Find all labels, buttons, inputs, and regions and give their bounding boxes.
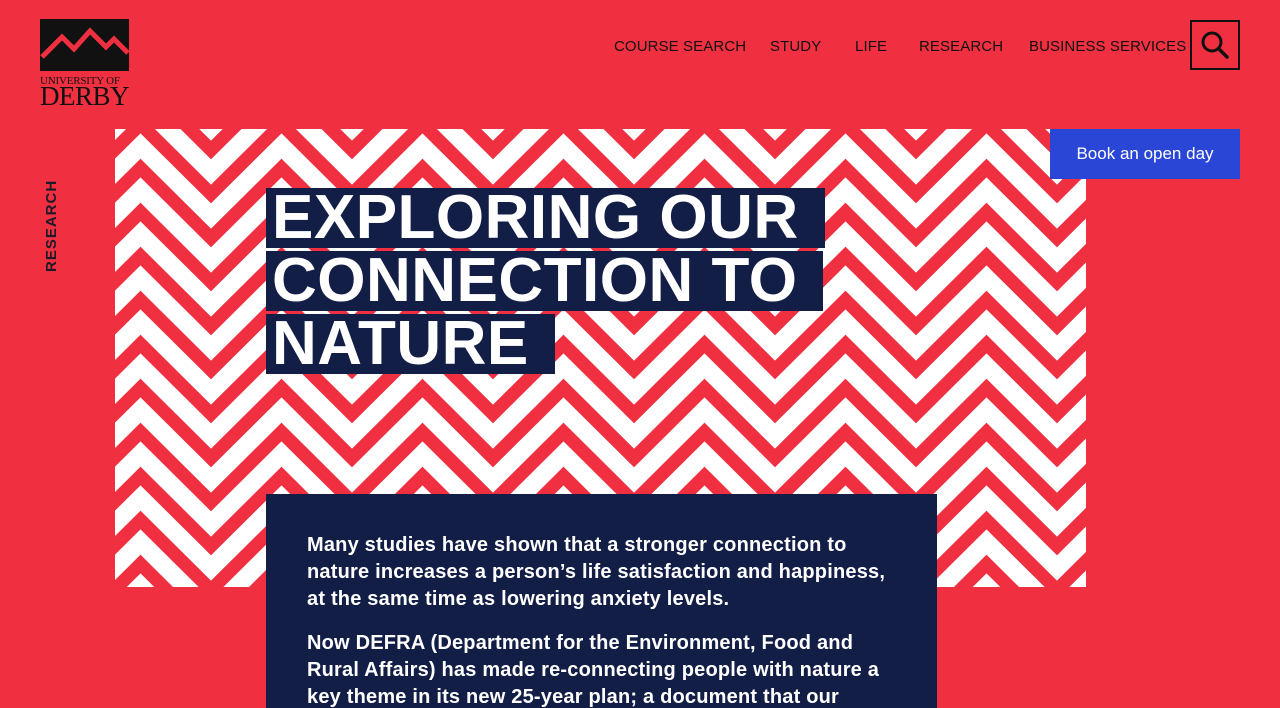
page-title: EXPLORING OUR CONNECTION TO NATURE: [266, 187, 825, 377]
search-button[interactable]: [1190, 20, 1240, 70]
title-line-1: EXPLORING OUR: [266, 187, 825, 249]
nav-research[interactable]: RESEARCH: [919, 38, 1003, 55]
nav-life[interactable]: LIFE: [855, 38, 887, 55]
section-label: RESEARCH: [43, 179, 60, 272]
article-intro: Many studies have shown that a stronger …: [266, 494, 937, 708]
title-line-2: CONNECTION TO: [266, 250, 824, 312]
nav-course-search[interactable]: COURSE SEARCH: [614, 38, 746, 55]
university-logo[interactable]: UNIVERSITY OF DERBY: [40, 19, 130, 111]
intro-paragraph-1: Many studies have shown that a stronger …: [307, 534, 886, 610]
search-icon: [1201, 31, 1229, 59]
logo-line-2: DERBY: [40, 81, 130, 111]
nav-study[interactable]: STUDY: [770, 38, 821, 55]
book-open-day-button[interactable]: Book an open day: [1050, 129, 1240, 179]
mountains-logo-icon: [40, 19, 129, 71]
intro-paragraph-2: Now DEFRA (Department for the Environmen…: [307, 632, 880, 708]
nav-business-services[interactable]: BUSINESS SERVICES: [1029, 38, 1186, 55]
title-line-3: NATURE: [266, 313, 555, 375]
